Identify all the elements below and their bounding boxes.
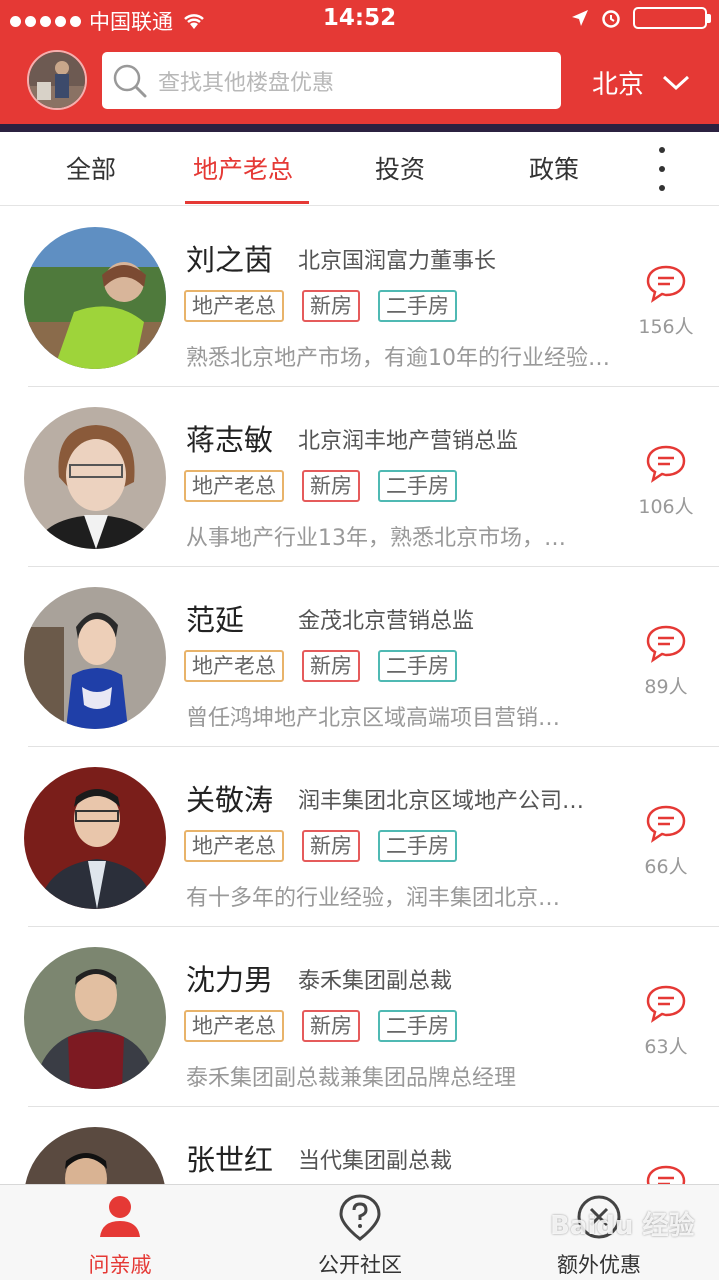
banner-strip [0,124,719,132]
tag-executive: 地产老总 [184,470,284,502]
expert-name: 关敬涛 [186,783,274,817]
chat-bubble-icon[interactable] [645,443,687,483]
tab-policy[interactable]: 政策 [529,150,579,186]
tag-group: 地产老总 新房 二手房 [184,470,457,502]
user-avatar[interactable] [27,50,87,110]
expert-title: 北京润丰地产营销总监 [298,429,519,454]
expert-name: 范延 [186,603,245,637]
avatar [24,227,166,369]
nav-extra-discount[interactable]: 额外优惠 [479,1185,719,1280]
list-item[interactable]: 关敬涛 润丰集团北京区域地产公司… 地产老总 新房 二手房 有十多年的行业经验，… [0,747,719,927]
tag-resale: 二手房 [378,290,457,322]
search-icon [113,64,147,97]
consult-count: 106人 [638,496,694,518]
expert-name: 张世红 [186,1143,274,1177]
chat-bubble-icon[interactable] [645,623,687,663]
list-item[interactable]: 范延 金茂北京营销总监 地产老总 新房 二手房 曾任鸿坤地产北京区域高端项目营销… [0,567,719,747]
chevron-down-icon [663,75,690,90]
list-item[interactable]: 蒋志敏 北京润丰地产营销总监 地产老总 新房 二手房 从事地产行业13年，熟悉北… [0,387,719,567]
tag-executive: 地产老总 [184,290,284,322]
tag-new-home: 新房 [302,830,360,862]
chat-bubble-icon[interactable] [645,983,687,1023]
city-selector[interactable]: 北京 [592,64,690,101]
header: 查找其他楼盘优惠 北京 [0,40,719,124]
expert-title: 金茂北京营销总监 [298,609,475,634]
tag-resale: 二手房 [378,470,457,502]
nav-label: 额外优惠 [557,1253,641,1277]
tag-executive: 地产老总 [184,650,284,682]
tag-new-home: 新房 [302,290,360,322]
tag-group: 地产老总 新房 二手房 [184,290,457,322]
expert-title: 泰禾集团副总裁 [298,969,453,994]
search-placeholder: 查找其他楼盘优惠 [158,70,335,96]
tag-executive: 地产老总 [184,830,284,862]
tag-new-home: 新房 [302,470,360,502]
tab-property-executives[interactable]: 地产老总 [193,150,293,186]
expert-description: 熟悉北京地产市场，有逾10年的行业经验… [186,346,610,371]
expert-title: 当代集团副总裁 [298,1149,453,1174]
expert-name: 蒋志敏 [186,423,274,457]
tab-all[interactable]: 全部 [66,150,116,186]
expert-description: 从事地产行业13年，熟悉北京市场，… [186,526,566,551]
status-bar: 中国联通 14:52 [0,0,719,40]
avatar [24,947,166,1089]
question-pin-icon [339,1194,381,1241]
avatar [24,767,166,909]
expert-description: 泰禾集团副总裁兼集团品牌总经理 [186,1066,517,1091]
tag-new-home: 新房 [302,1010,360,1042]
list-item[interactable]: 刘之茵 北京国润富力董事长 地产老总 新房 二手房 熟悉北京地产市场，有逾10年… [0,207,719,387]
nav-public-community[interactable]: 公开社区 [240,1185,480,1280]
nav-label: 问亲戚 [88,1253,152,1277]
discount-icon [577,1195,621,1239]
location-arrow-icon [572,10,588,26]
chat-bubble-icon[interactable] [645,803,687,843]
tag-group: 地产老总 新房 二手房 [184,650,457,682]
tag-group: 地产老总 新房 二手房 [184,1010,457,1042]
consult-count: 156人 [638,316,694,338]
tag-group: 地产老总 新房 二手房 [184,830,457,862]
person-icon [100,1196,140,1237]
consult-count: 66人 [644,856,688,878]
avatar [24,587,166,729]
expert-list: 刘之茵 北京国润富力董事长 地产老总 新房 二手房 熟悉北京地产市场，有逾10年… [0,207,719,1280]
tag-executive: 地产老总 [184,1010,284,1042]
tag-resale: 二手房 [378,1010,457,1042]
consult-count: 89人 [644,676,688,698]
tag-resale: 二手房 [378,650,457,682]
expert-title: 北京国润富力董事长 [298,249,497,274]
city-label: 北京 [592,70,645,100]
search-box[interactable]: 查找其他楼盘优惠 [102,52,561,109]
battery-icon [633,7,711,29]
nav-ask-relatives[interactable]: 问亲戚 [0,1185,240,1280]
expert-description: 有十多年的行业经验，润丰集团北京… [186,886,561,911]
avatar [24,407,166,549]
active-tab-indicator [185,201,309,204]
chat-bubble-icon[interactable] [645,263,687,303]
expert-name: 沈力男 [186,963,274,997]
category-tabs: 全部 地产老总 投资 政策 [0,132,719,206]
more-icon[interactable] [652,147,672,191]
tag-resale: 二手房 [378,830,457,862]
nav-label: 公开社区 [318,1253,402,1277]
status-right [571,7,711,29]
tab-investment[interactable]: 投资 [375,150,425,186]
bottom-nav: 问亲戚 公开社区 额外优惠 [0,1184,719,1280]
consult-count: 63人 [644,1036,688,1058]
list-item[interactable]: 沈力男 泰禾集团副总裁 地产老总 新房 二手房 泰禾集团副总裁兼集团品牌总经理 … [0,927,719,1107]
alarm-icon [602,10,620,28]
expert-title: 润丰集团北京区域地产公司… [298,789,585,814]
tag-new-home: 新房 [302,650,360,682]
expert-name: 刘之茵 [186,243,274,277]
expert-description: 曾任鸿坤地产北京区域高端项目营销… [186,706,561,731]
